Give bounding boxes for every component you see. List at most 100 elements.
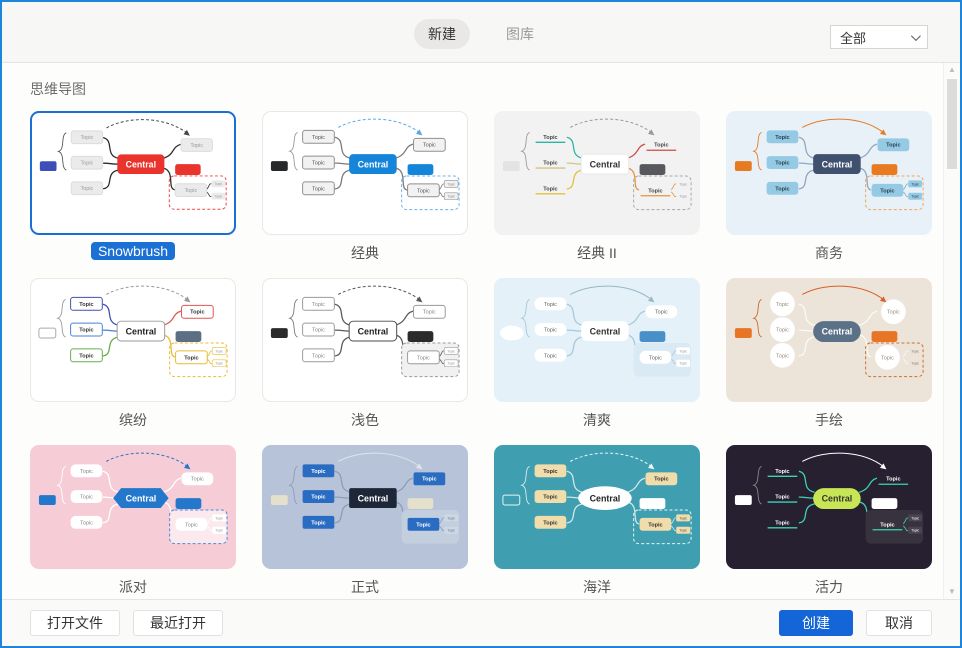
svg-text:Topic: Topic	[190, 143, 203, 149]
svg-text:Topic: Topic	[544, 302, 557, 308]
template-name-label: 缤纷	[112, 411, 154, 429]
category-filter-value: 全部	[840, 28, 866, 47]
template-name-label: 派对	[112, 578, 154, 596]
svg-text:Topic: Topic	[80, 469, 93, 475]
svg-text:Topic: Topic	[544, 353, 557, 359]
recent-open-button[interactable]: 最近打开	[133, 610, 223, 636]
svg-text:Topic: Topic	[79, 302, 93, 308]
template-name-label: 活力	[808, 578, 850, 596]
svg-text:Topic: Topic	[543, 520, 557, 526]
template-card-5[interactable]: TopicTopicTopicTopicTopicTopicTopicCentr…	[262, 278, 468, 430]
tab-new[interactable]: 新建	[414, 19, 470, 49]
template-card-3[interactable]: TopicTopicTopicTopicTopicTopicTopicCentr…	[726, 111, 932, 263]
template-card-2[interactable]: TopicTopicTopicTopicTopicTopicTopicCentr…	[494, 111, 700, 263]
scrollbar[interactable]: ▲ ▼	[943, 63, 960, 599]
template-thumbnail: TopicTopicTopicTopicTopicTopicTopicCentr…	[726, 278, 932, 402]
svg-text:Topic: Topic	[880, 522, 894, 528]
svg-text:Topic: Topic	[881, 355, 894, 361]
svg-text:Topic: Topic	[776, 353, 789, 359]
open-file-button[interactable]: 打开文件	[30, 610, 120, 636]
svg-text:Central: Central	[822, 494, 853, 504]
template-card-9[interactable]: TopicTopicTopicTopicTopicTopicTopicCentr…	[262, 445, 468, 597]
template-thumbnail: TopicTopicTopicTopicTopicTopicTopicCentr…	[262, 445, 468, 569]
template-list-area: 思维导图 TopicTopicTopicTopicTopicTopicTopic…	[2, 63, 960, 599]
template-thumbnail: TopicTopicTopicTopicTopicTopicTopicCentr…	[30, 445, 236, 569]
template-card-8[interactable]: TopicTopicTopicTopicTopicTopicTopicCentr…	[30, 445, 236, 597]
template-card-7[interactable]: TopicTopicTopicTopicTopicTopicTopicCentr…	[726, 278, 932, 430]
svg-text:Topic: Topic	[886, 143, 900, 149]
template-grid: Topic Topic Topic Topic Topic Topic Topic Centr…	[30, 111, 960, 597]
svg-text:Topic: Topic	[679, 182, 687, 186]
scroll-up-icon[interactable]: ▲	[948, 63, 956, 77]
svg-text:Topic: Topic	[886, 477, 900, 483]
svg-text:Topic: Topic	[775, 469, 789, 475]
svg-text:Topic: Topic	[311, 469, 325, 475]
svg-text:Topic: Topic	[311, 520, 325, 526]
svg-text:Topic: Topic	[184, 188, 197, 194]
scroll-down-icon[interactable]: ▼	[948, 585, 956, 599]
template-card-4[interactable]: TopicTopicTopicTopicTopicTopicTopicCentr…	[30, 278, 236, 430]
template-card-10[interactable]: TopicTopicTopicTopicTopicTopicTopicCentr…	[494, 445, 700, 597]
svg-text:Topic: Topic	[447, 529, 455, 533]
svg-text:Topic: Topic	[775, 161, 789, 167]
scrollbar-track[interactable]	[944, 77, 960, 585]
template-card-11[interactable]: TopicTopicTopicTopicTopicTopicTopicCentr…	[726, 445, 932, 597]
svg-text:Central: Central	[590, 494, 621, 504]
svg-text:Central: Central	[822, 327, 853, 337]
svg-text:Topic: Topic	[776, 328, 789, 334]
svg-text:Topic: Topic	[447, 349, 455, 353]
svg-text:Topic: Topic	[679, 195, 687, 199]
template-card-1[interactable]: TopicTopicTopicTopicTopicTopicTopicCentr…	[262, 111, 468, 263]
svg-text:Topic: Topic	[911, 349, 919, 353]
svg-text:Central: Central	[822, 160, 853, 170]
template-card-0[interactable]: TopicTopicTopicTopicTopicTopicTopicCentr…	[30, 111, 236, 263]
svg-text:Topic: Topic	[543, 186, 557, 192]
svg-text:Topic: Topic	[215, 529, 223, 533]
dialog-header: 新建 图库 全部	[2, 2, 960, 63]
category-filter-select[interactable]: 全部	[830, 25, 928, 49]
svg-text:Topic: Topic	[191, 477, 204, 483]
create-button[interactable]: 创建	[779, 610, 853, 636]
svg-text:Topic: Topic	[447, 195, 455, 199]
svg-text:Topic: Topic	[215, 516, 223, 520]
template-card-6[interactable]: TopicTopicTopicTopicTopicTopicTopicCentr…	[494, 278, 700, 430]
svg-text:Topic: Topic	[312, 302, 325, 308]
scrollbar-thumb[interactable]	[947, 79, 957, 169]
svg-text:Central: Central	[358, 327, 389, 337]
svg-text:Topic: Topic	[422, 477, 436, 483]
svg-text:Topic: Topic	[214, 182, 222, 186]
svg-text:Topic: Topic	[312, 328, 325, 334]
svg-text:Topic: Topic	[79, 353, 93, 359]
svg-text:Topic: Topic	[654, 143, 668, 149]
svg-text:Topic: Topic	[423, 310, 436, 316]
svg-text:Central: Central	[590, 327, 621, 337]
svg-text:Topic: Topic	[417, 188, 430, 194]
svg-text:Topic: Topic	[81, 161, 94, 167]
svg-text:Topic: Topic	[649, 355, 662, 361]
svg-text:Central: Central	[126, 494, 157, 504]
svg-text:Topic: Topic	[190, 310, 204, 316]
svg-text:Topic: Topic	[215, 362, 223, 366]
svg-text:Topic: Topic	[543, 469, 557, 475]
svg-text:Topic: Topic	[543, 495, 557, 501]
svg-text:Topic: Topic	[447, 182, 455, 186]
template-name-label: 商务	[808, 244, 850, 262]
svg-text:Topic: Topic	[447, 362, 455, 366]
tab-gallery[interactable]: 图库	[492, 19, 548, 49]
svg-text:Topic: Topic	[775, 520, 789, 526]
template-thumbnail: TopicTopicTopicTopicTopicTopicTopicCentr…	[494, 278, 700, 402]
cancel-button[interactable]: 取消	[866, 610, 932, 636]
svg-text:Topic: Topic	[312, 161, 325, 167]
svg-text:Topic: Topic	[81, 186, 94, 192]
template-thumbnail: TopicTopicTopicTopicTopicTopicTopicCentr…	[494, 111, 700, 235]
svg-text:Central: Central	[126, 160, 156, 170]
template-name-label: 浅色	[344, 411, 386, 429]
template-thumbnail: TopicTopicTopicTopicTopicTopicTopicCentr…	[262, 278, 468, 402]
svg-text:Central: Central	[590, 160, 621, 170]
template-name-label: 经典	[344, 244, 386, 262]
new-file-dialog: × 新建 图库 全部 思维导图 TopicTopicTopicTopicTopi…	[0, 0, 962, 648]
dialog-footer: 打开文件 最近打开 创建 取消	[2, 599, 960, 646]
template-thumbnail: TopicTopicTopicTopicTopicTopicTopicCentr…	[262, 111, 468, 235]
svg-text:Topic: Topic	[312, 186, 325, 192]
template-thumbnail: TopicTopicTopicTopicTopicTopicTopicCentr…	[726, 111, 932, 235]
